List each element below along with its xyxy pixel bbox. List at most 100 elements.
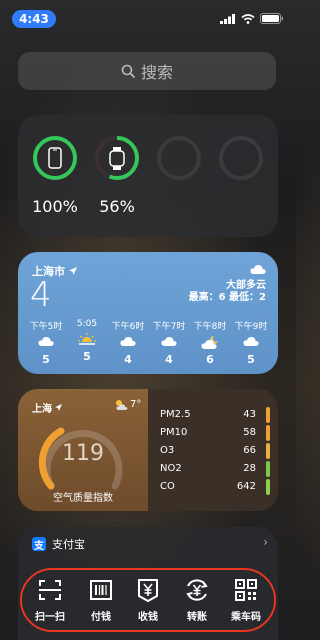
air-quality-widget[interactable]: 上海 7° 119 空气质量指数 PM2.5 43 PM10 58 O3 66 NO2 28 C… — [18, 389, 278, 511]
aqi-weather: 7° — [114, 398, 141, 410]
receive-button[interactable]: 收钱 — [126, 574, 170, 623]
pollutant-level-bar — [266, 425, 270, 441]
cloud-moon-icon — [190, 335, 230, 351]
cloud-icon — [149, 335, 189, 351]
hour-temp: 5 — [83, 350, 91, 363]
pollutant-row: PM10 58 — [160, 425, 270, 441]
weather-widget[interactable]: 上海市 4 大部多云 最高：6 最低：2 下午5时 5 5:05 5 下午6时 4 下午7时… — [18, 252, 278, 374]
pollutant-value: 58 — [243, 427, 256, 438]
yuan-receive-icon — [138, 579, 158, 602]
qr-code-icon — [235, 579, 257, 601]
batteries-widget[interactable]: 100% 56% — [18, 115, 278, 237]
pollutant-level-bar — [266, 461, 270, 477]
cloud-icon — [26, 335, 66, 351]
battery-percent-iphone: 100% — [32, 197, 78, 216]
cloud-icon — [231, 335, 271, 351]
receive-label: 收钱 — [138, 612, 158, 623]
pollutant-name: PM10 — [160, 427, 188, 438]
alipay-logo-icon: 支 — [32, 537, 46, 552]
hourly-forecast-item: 5:05 5 — [67, 319, 107, 363]
hour-temp: 4 — [165, 353, 173, 366]
search-bar[interactable]: 搜索 — [18, 52, 276, 90]
pay-button[interactable]: 付钱 — [79, 574, 123, 623]
pollutant-row: O3 66 — [160, 443, 270, 459]
pay-label: 付钱 — [91, 612, 111, 623]
weather-summary: 大部多云 最高：6 最低：2 — [189, 264, 266, 304]
hour-temp: 4 — [124, 353, 132, 366]
location-arrow-icon — [55, 404, 62, 411]
pollutant-row: PM2.5 43 — [160, 407, 270, 423]
status-bar: 4:43 — [0, 0, 296, 40]
watch-icon — [109, 147, 125, 170]
hour-label: 下午8时 — [193, 322, 227, 332]
status-time[interactable]: 4:43 — [12, 10, 56, 28]
transfer-icon — [186, 579, 208, 601]
battery-ring-empty-1 — [156, 135, 202, 181]
hour-label: 下午9时 — [234, 322, 268, 332]
chevron-right-icon[interactable]: › — [263, 535, 268, 549]
aqi-temp: 7° — [130, 398, 142, 410]
scan-label: 扫一扫 — [35, 612, 65, 623]
pollutant-value: 66 — [243, 445, 256, 456]
transfer-label: 转账 — [187, 612, 207, 623]
weather-high-low: 最高：6 最低：2 — [188, 292, 266, 303]
signal-icon — [220, 13, 235, 24]
aqi-gauge-panel: 上海 7° 119 空气质量指数 — [18, 389, 148, 511]
iphone-icon — [48, 147, 62, 169]
weather-condition: 大部多云 — [226, 280, 266, 291]
transit-code-label: 乘车码 — [231, 612, 261, 623]
alipay-header: 支 支付宝 — [32, 536, 85, 552]
pollutant-level-bar — [266, 407, 270, 423]
pollutant-level-bar — [266, 479, 270, 495]
pollutant-name: CO — [160, 481, 175, 492]
aqi-value: 119 — [62, 441, 104, 466]
pollutant-row: NO2 28 — [160, 461, 270, 477]
aqi-label: 空气质量指数 — [53, 493, 113, 504]
hour-temp: 5 — [247, 353, 255, 366]
battery-ring-iphone — [32, 135, 78, 181]
hour-temp: 5 — [42, 353, 50, 366]
barcode-icon — [90, 580, 112, 600]
cloud-icon — [108, 335, 148, 351]
pollutant-name: O3 — [160, 445, 175, 456]
hour-label: 下午6时 — [111, 322, 145, 332]
sunset-icon — [67, 332, 107, 348]
battery-status-icon — [260, 13, 283, 24]
search-icon — [121, 64, 135, 78]
pollutant-value: 642 — [236, 481, 256, 492]
pollutant-name: NO2 — [160, 463, 182, 474]
alipay-title: 支付宝 — [52, 538, 85, 551]
partly-sunny-icon — [116, 400, 128, 410]
hour-temp: 6 — [206, 353, 214, 366]
weather-current-temp: 4 — [30, 275, 52, 315]
aqi-city: 上海 — [32, 400, 62, 415]
pollutant-list: PM2.5 43 PM10 58 O3 66 NO2 28 CO 642 — [148, 389, 278, 511]
hourly-forecast-item: 下午5时 5 — [26, 319, 66, 366]
pollutant-value: 43 — [243, 409, 256, 420]
hourly-forecast-item: 下午6时 4 — [108, 319, 148, 366]
battery-ring-empty-2 — [218, 135, 264, 181]
scan-button[interactable]: 扫一扫 — [28, 574, 72, 623]
hour-label: 下午7时 — [152, 322, 186, 332]
transfer-button[interactable]: 转账 — [175, 574, 219, 623]
cloud-icon — [250, 264, 266, 274]
aqi-city-label: 上海 — [32, 404, 52, 415]
battery-percent-watch: 56% — [99, 197, 135, 216]
location-arrow-icon — [69, 267, 77, 275]
transit-code-button[interactable]: 乘车码 — [224, 574, 268, 623]
hour-label: 下午5时 — [29, 322, 63, 332]
status-icons — [220, 13, 284, 24]
pollutant-row: CO 642 — [160, 479, 270, 495]
hourly-forecast-item: 下午8时 6 — [190, 319, 230, 366]
pollutant-value: 28 — [243, 463, 256, 474]
search-label: 搜索 — [140, 63, 173, 82]
pollutant-name: PM2.5 — [160, 409, 191, 420]
alipay-widget[interactable]: 支 支付宝 › 扫一扫 付钱 收钱 转账 乘车码 — [18, 527, 278, 640]
wifi-icon — [241, 13, 255, 24]
scan-icon — [39, 580, 61, 600]
pollutant-level-bar — [266, 443, 270, 459]
battery-ring-watch — [94, 135, 140, 181]
hour-label: 5:05 — [76, 319, 98, 329]
hourly-forecast-item: 下午7时 4 — [149, 319, 189, 366]
hourly-forecast-item: 下午9时 5 — [231, 319, 271, 366]
